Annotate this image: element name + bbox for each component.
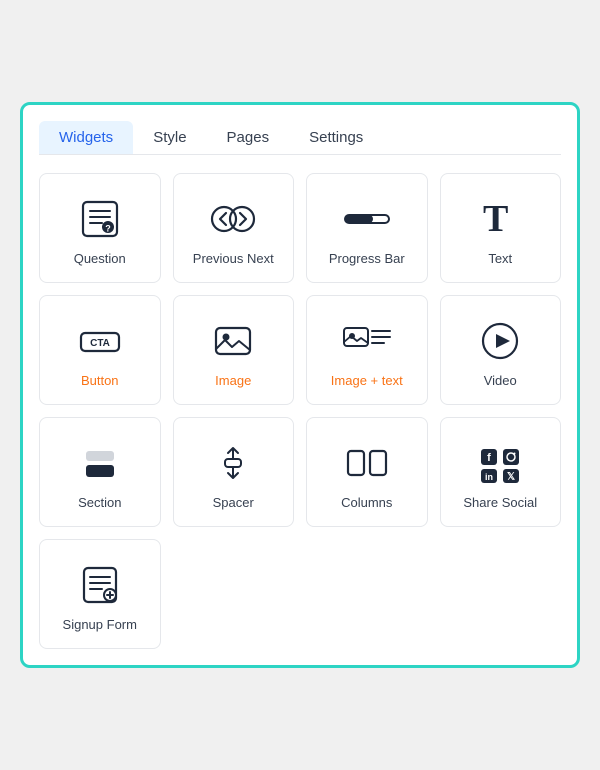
- text-label: Text: [488, 251, 512, 266]
- button-icon: CTA: [73, 319, 127, 363]
- svg-text:?: ?: [105, 223, 111, 233]
- svg-text:f: f: [487, 452, 491, 464]
- widget-share-social[interactable]: f in 𝕏 Share Social: [440, 417, 562, 527]
- previous-next-label: Previous Next: [193, 251, 274, 266]
- widget-text[interactable]: T Text: [440, 173, 562, 283]
- svg-text:𝕏: 𝕏: [507, 471, 515, 482]
- tab-pages[interactable]: Pages: [207, 121, 290, 154]
- section-icon: [78, 441, 122, 485]
- signup-form-icon: [78, 563, 122, 607]
- widget-previous-next[interactable]: Previous Next: [173, 173, 295, 283]
- video-label: Video: [484, 373, 517, 388]
- image-text-icon: [340, 319, 394, 363]
- svg-text:CTA: CTA: [90, 338, 110, 349]
- widget-signup-form[interactable]: Signup Form: [39, 539, 161, 649]
- widgets-panel: Widgets Style Pages Settings ? Question: [20, 102, 580, 668]
- progress-bar-icon: [340, 197, 394, 241]
- share-social-label: Share Social: [463, 495, 537, 510]
- widget-button[interactable]: CTA Button: [39, 295, 161, 405]
- widget-grid: ? Question Previous Next: [39, 173, 561, 649]
- widget-image[interactable]: Image: [173, 295, 295, 405]
- previous-next-icon: [206, 197, 260, 241]
- spacer-icon: [211, 441, 255, 485]
- tab-settings[interactable]: Settings: [289, 121, 383, 154]
- question-label: Question: [74, 251, 126, 266]
- columns-icon: [340, 441, 394, 485]
- tab-widgets[interactable]: Widgets: [39, 121, 133, 154]
- tab-style[interactable]: Style: [133, 121, 206, 154]
- spacer-label: Spacer: [213, 495, 254, 510]
- progress-bar-label: Progress Bar: [329, 251, 405, 266]
- columns-label: Columns: [341, 495, 392, 510]
- widget-video[interactable]: Video: [440, 295, 562, 405]
- widget-question[interactable]: ? Question: [39, 173, 161, 283]
- svg-text:T: T: [483, 198, 508, 240]
- widget-columns[interactable]: Columns: [306, 417, 428, 527]
- question-icon: ?: [78, 197, 122, 241]
- signup-form-label: Signup Form: [63, 617, 137, 632]
- svg-text:in: in: [485, 472, 493, 482]
- image-text-label: Image + text: [331, 373, 403, 388]
- section-label: Section: [78, 495, 121, 510]
- button-label: Button: [81, 373, 119, 388]
- video-icon: [478, 319, 522, 363]
- text-icon: T: [478, 197, 522, 241]
- image-label: Image: [215, 373, 251, 388]
- tab-bar: Widgets Style Pages Settings: [39, 121, 561, 155]
- image-icon: [211, 319, 255, 363]
- widget-spacer[interactable]: Spacer: [173, 417, 295, 527]
- widget-progress-bar[interactable]: Progress Bar: [306, 173, 428, 283]
- share-social-icon: f in 𝕏: [473, 441, 527, 485]
- widget-section[interactable]: Section: [39, 417, 161, 527]
- widget-image-text[interactable]: Image + text: [306, 295, 428, 405]
